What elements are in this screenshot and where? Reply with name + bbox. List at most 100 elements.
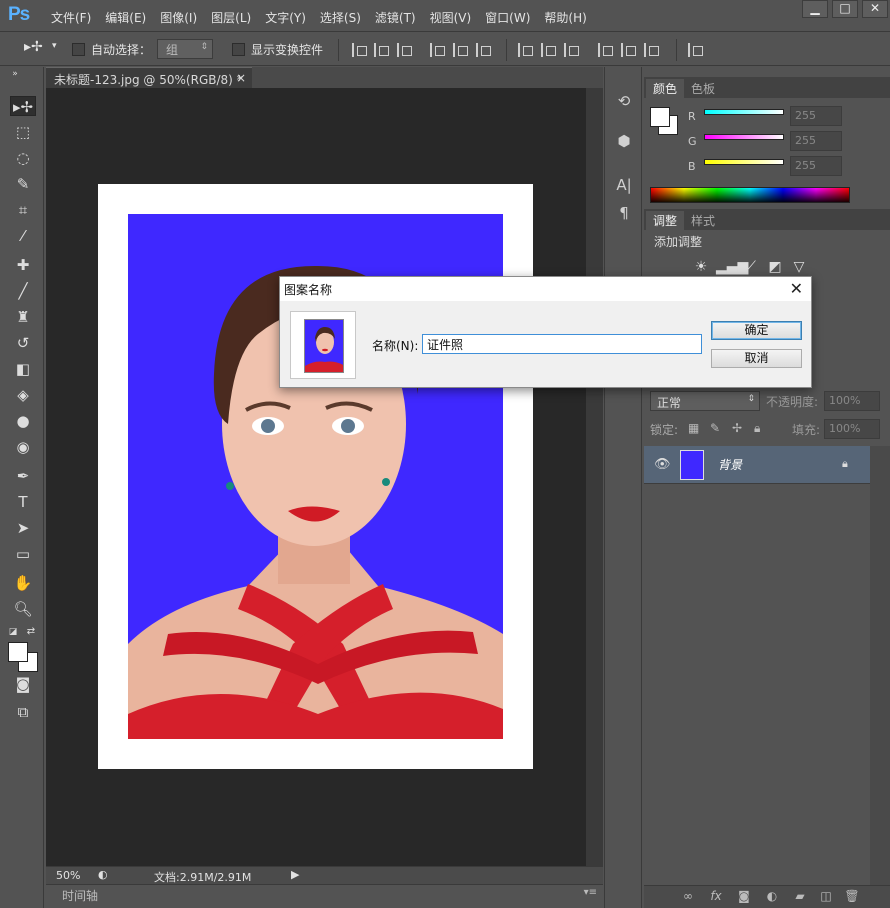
levels-icon[interactable]: ▂▄▆ bbox=[716, 259, 748, 275]
align-bottom-icon[interactable] bbox=[397, 43, 413, 57]
paint-bucket-tool-icon[interactable]: ◈ bbox=[10, 385, 36, 405]
new-layer-icon[interactable]: ◫ bbox=[818, 889, 834, 903]
opacity-input[interactable]: 100% bbox=[824, 391, 880, 411]
default-colors-icon[interactable]: ◪ bbox=[6, 622, 20, 642]
adjustment-layer-icon[interactable]: ◐ bbox=[764, 889, 780, 903]
tab-styles[interactable]: 样式 bbox=[684, 211, 722, 230]
fill-input[interactable]: 100% bbox=[824, 419, 880, 439]
status-menu-arrow-icon[interactable]: ▶ bbox=[291, 868, 299, 881]
marquee-tool-icon[interactable]: ⬚ bbox=[10, 122, 36, 142]
tab-swatches[interactable]: 色板 bbox=[684, 79, 722, 98]
menu-layer[interactable]: 图层(L) bbox=[204, 7, 258, 28]
zoom-tool-icon[interactable]: 🔍︎ bbox=[10, 599, 36, 619]
share-icon[interactable]: ◐ bbox=[98, 868, 108, 881]
align-top-icon[interactable] bbox=[352, 43, 368, 57]
distribute-top-icon[interactable] bbox=[518, 43, 534, 57]
paragraph-panel-icon[interactable]: ¶ bbox=[611, 201, 637, 225]
chevron-down-icon[interactable]: ▾ bbox=[52, 41, 57, 51]
curves-icon[interactable]: ⟋ bbox=[742, 259, 760, 275]
cancel-button[interactable]: 取消 bbox=[711, 349, 802, 368]
distribute-bottom-icon[interactable] bbox=[564, 43, 580, 57]
layer-visibility-eye-icon[interactable]: 👁︎ bbox=[654, 457, 671, 472]
path-selection-tool-icon[interactable]: ➤ bbox=[10, 518, 36, 538]
layer-style-icon[interactable]: fx bbox=[708, 889, 724, 903]
pen-tool-icon[interactable]: ✒ bbox=[10, 466, 36, 486]
auto-select-target-dropdown[interactable]: 组 ⇕ bbox=[157, 39, 213, 59]
brush-tool-icon[interactable]: ╱ bbox=[10, 281, 36, 301]
menu-select[interactable]: 选择(S) bbox=[313, 7, 368, 28]
document-tab[interactable]: 未标题-123.jpg @ 50%(RGB/8) * × bbox=[46, 67, 252, 88]
foreground-color-swatch[interactable] bbox=[8, 642, 28, 662]
blur-tool-icon[interactable]: ● bbox=[10, 411, 36, 431]
lock-image-icon[interactable]: ✎ bbox=[710, 421, 720, 435]
menu-view[interactable]: 视图(V) bbox=[423, 7, 479, 28]
timeline-panel-bar[interactable]: 时间轴 ▾≡ bbox=[46, 884, 603, 904]
distribute-vcenter-icon[interactable] bbox=[541, 43, 557, 57]
distribute-right-icon[interactable] bbox=[644, 43, 660, 57]
tab-color[interactable]: 颜色 bbox=[646, 79, 685, 98]
link-layers-icon[interactable]: ∞ bbox=[680, 889, 696, 903]
type-tool-icon[interactable]: T bbox=[10, 492, 36, 512]
exposure-icon[interactable]: ◩ bbox=[766, 259, 784, 275]
quick-mask-icon[interactable]: ◙ bbox=[10, 674, 36, 694]
lasso-tool-icon[interactable]: ◌ bbox=[10, 148, 36, 168]
eyedropper-tool-icon[interactable]: ⁄ bbox=[10, 226, 36, 246]
pattern-name-input[interactable] bbox=[422, 334, 702, 354]
tab-adjustments[interactable]: 调整 bbox=[646, 211, 685, 230]
maximize-button[interactable]: □ bbox=[832, 0, 858, 18]
align-left-icon[interactable] bbox=[430, 43, 446, 57]
menu-filter[interactable]: 滤镜(T) bbox=[368, 7, 423, 28]
menu-window[interactable]: 窗口(W) bbox=[478, 7, 537, 28]
canvas-vertical-scrollbar[interactable] bbox=[586, 88, 603, 866]
move-tool-preset-icon[interactable]: ▸✢ bbox=[24, 39, 43, 55]
swap-colors-icon[interactable]: ⇄ bbox=[24, 622, 38, 642]
panel-collapse-icon[interactable]: » bbox=[8, 69, 22, 79]
new-group-icon[interactable]: ▰ bbox=[792, 889, 808, 903]
r-channel-slider[interactable] bbox=[704, 109, 784, 115]
hand-tool-icon[interactable]: ✋ bbox=[10, 573, 36, 593]
lock-transparent-icon[interactable]: ▦ bbox=[688, 421, 699, 435]
minimize-button[interactable]: ▁ bbox=[802, 0, 828, 18]
history-brush-tool-icon[interactable]: ↺ bbox=[10, 333, 36, 353]
auto-align-layers-icon[interactable] bbox=[688, 43, 704, 57]
menu-help[interactable]: 帮助(H) bbox=[537, 7, 593, 28]
dialog-close-icon[interactable]: ✕ bbox=[790, 279, 803, 298]
menu-type[interactable]: 文字(Y) bbox=[258, 7, 313, 28]
delete-layer-icon[interactable]: 🗑︎ bbox=[844, 889, 860, 903]
panel-menu-icon[interactable]: ▾≡ bbox=[584, 887, 597, 898]
distribute-left-icon[interactable] bbox=[598, 43, 614, 57]
align-hcenter-icon[interactable] bbox=[453, 43, 469, 57]
align-vcenter-icon[interactable] bbox=[374, 43, 390, 57]
lock-all-icon[interactable]: 🔒︎ bbox=[754, 421, 760, 436]
g-channel-value[interactable]: 255 bbox=[790, 131, 842, 151]
healing-brush-tool-icon[interactable]: ✚ bbox=[10, 255, 36, 275]
quick-selection-tool-icon[interactable]: ✎ bbox=[10, 174, 36, 194]
g-channel-slider[interactable] bbox=[704, 134, 784, 140]
clone-stamp-tool-icon[interactable]: ♜ bbox=[10, 307, 36, 327]
lock-position-icon[interactable]: ✢ bbox=[732, 421, 742, 435]
crop-tool-icon[interactable]: ⌗ bbox=[10, 200, 36, 220]
rectangle-tool-icon[interactable]: ▭ bbox=[10, 544, 36, 564]
layer-row-background[interactable]: 👁︎ 背景 🔒︎ bbox=[644, 446, 870, 484]
history-panel-icon[interactable]: ⟲ bbox=[611, 89, 637, 113]
blend-mode-dropdown[interactable]: 正常 ⇕ bbox=[650, 391, 760, 411]
layer-name[interactable]: 背景 bbox=[718, 456, 742, 473]
b-channel-slider[interactable] bbox=[704, 159, 784, 165]
show-transform-controls-checkbox[interactable] bbox=[232, 43, 245, 56]
color-spectrum-bar[interactable] bbox=[650, 187, 850, 203]
zoom-level[interactable]: 50% bbox=[56, 869, 80, 882]
menu-edit[interactable]: 编辑(E) bbox=[98, 7, 153, 28]
tab-close-icon[interactable]: × bbox=[236, 71, 246, 85]
character-panel-icon[interactable]: A| bbox=[611, 173, 637, 197]
close-window-button[interactable]: ✕ bbox=[862, 0, 888, 18]
move-tool-icon[interactable]: ▸✢ bbox=[10, 96, 36, 116]
auto-select-checkbox[interactable] bbox=[72, 43, 85, 56]
distribute-hcenter-icon[interactable] bbox=[621, 43, 637, 57]
eraser-tool-icon[interactable]: ◧ bbox=[10, 359, 36, 379]
r-channel-value[interactable]: 255 bbox=[790, 106, 842, 126]
ok-button[interactable]: 确定 bbox=[711, 321, 802, 340]
menu-file[interactable]: 文件(F) bbox=[44, 7, 98, 28]
layers-scrollbar[interactable] bbox=[870, 446, 890, 885]
align-right-icon[interactable] bbox=[476, 43, 492, 57]
menu-image[interactable]: 图像(I) bbox=[153, 7, 204, 28]
